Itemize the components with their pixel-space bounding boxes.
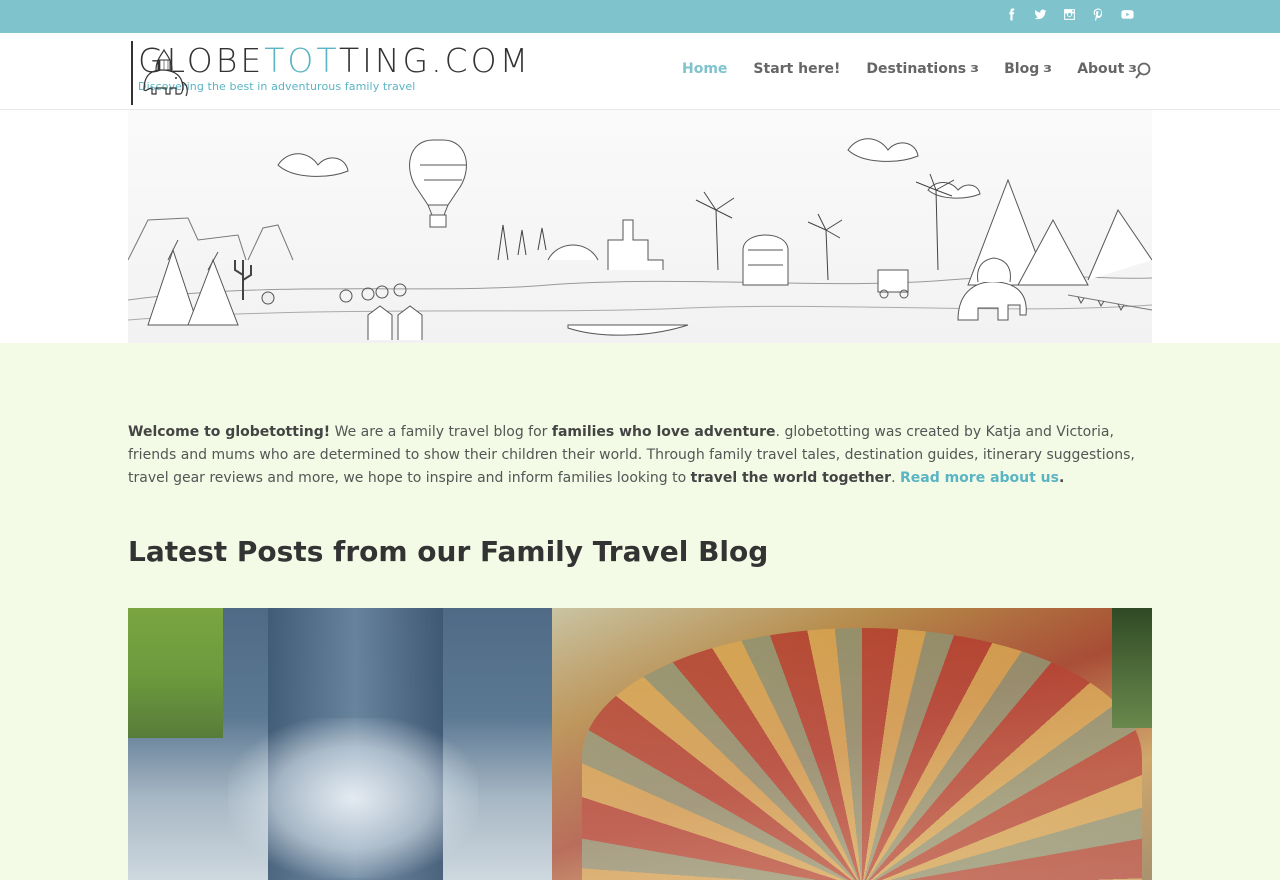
carousel-photo (552, 608, 1152, 880)
youtube-icon[interactable] (1120, 7, 1135, 22)
travel-illustration (128, 110, 1152, 343)
logo-title: GLOBETOTTING.COM (138, 41, 532, 80)
intro-paragraph: Welcome to globetotting! We are a family… (128, 424, 1135, 486)
nav-item-about[interactable]: About 3 (1077, 61, 1137, 77)
main-nav: Home Start here! Destinations 3 Blog 3 Abo… (682, 61, 1162, 77)
nav-item-blog[interactable]: Blog 3 (1004, 61, 1053, 77)
site-header: GLOBETOTTING.COM Discovering the best in… (0, 33, 1280, 110)
header-banner (0, 110, 1280, 343)
nav-item-start-here[interactable]: Start here! (753, 61, 840, 77)
social-links (1004, 7, 1135, 22)
read-more-link[interactable]: Read more about us (900, 470, 1059, 486)
site-logo[interactable]: GLOBETOTTING.COM Discovering the best in… (131, 41, 528, 105)
nav-item-home[interactable]: Home (682, 61, 727, 77)
chevron-down-icon: 3 (970, 63, 980, 75)
featured-post-image[interactable] (128, 608, 1152, 880)
twitter-icon[interactable] (1033, 7, 1048, 22)
elephant-logo-icon (131, 41, 188, 105)
fountain-photo (128, 608, 552, 880)
instagram-icon[interactable] (1062, 7, 1077, 22)
pinterest-icon[interactable] (1091, 7, 1106, 22)
search-icon[interactable] (1134, 62, 1152, 80)
latest-posts-heading: Latest Posts from our Family Travel Blog (128, 535, 769, 568)
top-bar (0, 0, 1280, 33)
chevron-down-icon: 3 (1043, 63, 1053, 75)
facebook-icon[interactable] (1004, 7, 1019, 22)
nav-item-destinations[interactable]: Destinations 3 (866, 61, 980, 77)
logo-tagline: Discovering the best in adventurous fami… (138, 80, 416, 93)
